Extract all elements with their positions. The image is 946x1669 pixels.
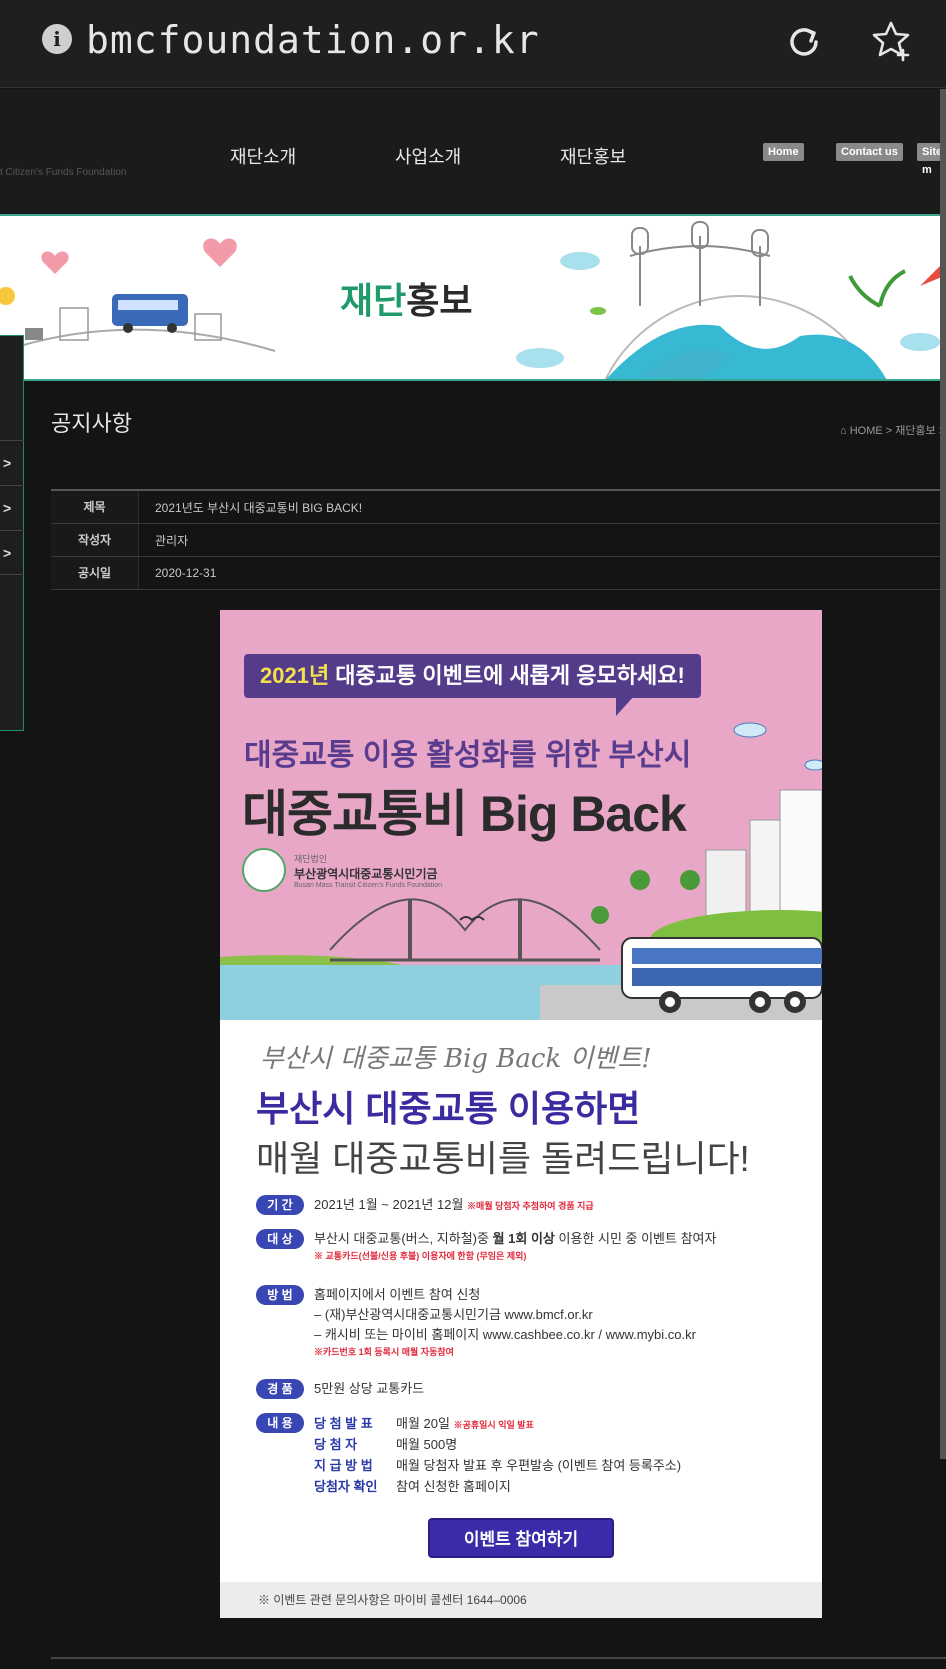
info-icon[interactable]: i — [42, 24, 72, 54]
foundation-seal-icon — [242, 848, 286, 892]
notice-info-table: 제목 2021년도 부산시 대중교통비 BIG BACK! 작성자 관리자 공시… — [51, 489, 946, 590]
notice-title-value: 2021년도 부산시 대중교통비 BIG BACK! — [155, 500, 363, 515]
reload-icon[interactable] — [782, 20, 826, 64]
list-item: 대 상 부산시 대중교통(버스, 지하철)중 월 1회 이상 이용한 시민 중 … — [256, 1229, 716, 1262]
star-add-icon[interactable] — [868, 18, 914, 64]
announce-label: 당 첨 발 표 — [314, 1416, 373, 1431]
announce-text: 매월 20일 — [396, 1416, 450, 1431]
nav-about[interactable]: 재단소개 — [230, 143, 296, 169]
target-note: ※ 교통카드(선불/신용 후불) 이용자에 한함 (무임은 제외) — [314, 1251, 527, 1261]
site-header: t Citizen's Funds Foundation 재단소개 사업소개 재… — [0, 89, 946, 214]
target-text-pre: 부산시 대중교통(버스, 지하철)중 — [314, 1231, 493, 1246]
winners-label: 당 첨 자 — [314, 1437, 358, 1452]
check-text: 참여 신청한 홈페이지 — [396, 1479, 511, 1494]
headline-secondary: 매월 대중교통비를 돌려드립니다! — [256, 1138, 750, 1179]
method-line-1: 홈페이지에서 이벤트 참여 신청 — [314, 1287, 481, 1302]
list-item: 기 간 2021년 1월 ~ 2021년 12월 ※매월 당첨자 추첨하여 경품… — [256, 1195, 594, 1215]
poster-footer-note: ※ 이벤트 관련 문의사항은 마이비 콜센터 1644–0006 — [220, 1582, 822, 1618]
row-label: 공시일 — [51, 557, 139, 589]
table-row: 제목 2021년도 부산시 대중교통비 BIG BACK! — [51, 491, 946, 524]
check-label: 당첨자 확인 — [314, 1479, 378, 1494]
headline-primary: 부산시 대중교통 이용하면 — [256, 1088, 641, 1129]
org-name-en: Busan Mass Transit Citizen's Funds Found… — [294, 881, 443, 889]
side-menu-item-3[interactable]: > — [0, 530, 24, 575]
divider — [51, 1657, 946, 1659]
row-label: 제목 — [51, 491, 139, 523]
poster-main-title: 대중교통비 Big Back — [242, 786, 687, 842]
section-banner: 재단홍보 — [0, 214, 946, 381]
target-text-post: 이용한 시민 중 이벤트 참여자 — [554, 1231, 717, 1246]
list-item: 경 품 5만원 상당 교통카드 — [256, 1379, 424, 1399]
poster-speech-bubble: 2021년 대중교통 이벤트에 새롭게 응모하세요! — [244, 654, 701, 698]
row-label: 작성자 — [51, 524, 139, 556]
scrollbar[interactable] — [940, 89, 946, 1459]
author-value: 관리자 — [155, 533, 189, 548]
target-text-bold: 월 1회 이상 — [492, 1231, 555, 1246]
handwritten-tagline: 부산시 대중교통 Big Back 이벤트! — [260, 1044, 652, 1074]
brand-subtitle: t Citizen's Funds Foundation — [0, 167, 127, 178]
org-name: 부산광역시대중교통시민기금 — [294, 866, 438, 881]
banner-illustration — [0, 221, 946, 379]
left-side-menu: > > > — [0, 335, 24, 731]
method-line-2: – (재)부산광역시대중교통시민기금 www.bmcf.or.kr — [314, 1307, 593, 1322]
url-text[interactable]: bmcfoundation.or.kr — [86, 18, 540, 62]
event-poster: 2021년 대중교통 이벤트에 새롭게 응모하세요! 대중교통 이용 활성화를 … — [220, 610, 822, 1618]
target-badge: 대 상 — [256, 1229, 304, 1249]
org-type: 재단법인 — [294, 853, 328, 864]
browser-address-bar: i bmcfoundation.or.kr — [0, 0, 946, 88]
poster-subtitle: 대중교통 이용 활성화를 위한 부산시 — [244, 739, 692, 772]
method-line-3: – 캐시비 또는 마이비 홈페이지 www.cashbee.co.kr / ww… — [314, 1327, 696, 1342]
period-note: ※매월 당첨자 추첨하여 경품 지급 — [467, 1201, 594, 1211]
method-badge: 방 법 — [256, 1285, 304, 1305]
poster-header: 2021년 대중교통 이벤트에 새롭게 응모하세요! 대중교통 이용 활성화를 … — [220, 610, 822, 1020]
banner-title: 재단홍보 — [340, 280, 473, 321]
list-item: 내 용 당 첨 발 표 매월 20일 ※공휴일시 익일 발표 당 첨 자 매월 50… — [256, 1413, 681, 1497]
contact-us-button[interactable]: Contact us — [836, 143, 903, 161]
payment-label: 지 급 방 법 — [314, 1458, 373, 1473]
announce-note: ※공휴일시 익일 발표 — [453, 1420, 534, 1430]
table-row: 공시일 2020-12-31 — [51, 557, 946, 590]
method-note: ※카드번호 1회 등록시 매월 자동참여 — [314, 1347, 454, 1357]
content-badge: 내 용 — [256, 1413, 304, 1433]
payment-text: 매월 당첨자 발표 후 우편발송 (이벤트 참여 등록주소) — [396, 1458, 682, 1473]
foundation-logo: 재단법인 부산광역시대중교통시민기금 Busan Mass Transit Ci… — [242, 848, 442, 892]
prize-badge: 경 품 — [256, 1379, 304, 1399]
page-title: 공지사항 — [51, 411, 132, 436]
winners-text: 매월 500명 — [396, 1437, 458, 1452]
home-button[interactable]: Home — [763, 143, 804, 161]
nav-pr[interactable]: 재단홍보 — [560, 143, 626, 169]
speech-bubble-tail — [616, 696, 634, 716]
side-menu-item-2[interactable]: > — [0, 485, 24, 530]
breadcrumb: ⌂ HOME > 재단홍보 > — [840, 425, 946, 437]
date-value: 2020-12-31 — [155, 566, 217, 580]
join-event-button[interactable]: 이벤트 참여하기 — [428, 1518, 614, 1558]
nav-business[interactable]: 사업소개 — [395, 143, 461, 169]
side-menu-item-1[interactable]: > — [0, 440, 24, 485]
table-row: 작성자 관리자 — [51, 524, 946, 557]
prize-text: 5만원 상당 교통카드 — [314, 1381, 425, 1396]
list-item: 방 법 홈페이지에서 이벤트 참여 신청 – (재)부산광역시대중교통시민기금 … — [256, 1285, 696, 1358]
period-badge: 기 간 — [256, 1195, 304, 1215]
period-text: 2021년 1월 ~ 2021년 12월 — [314, 1197, 464, 1212]
